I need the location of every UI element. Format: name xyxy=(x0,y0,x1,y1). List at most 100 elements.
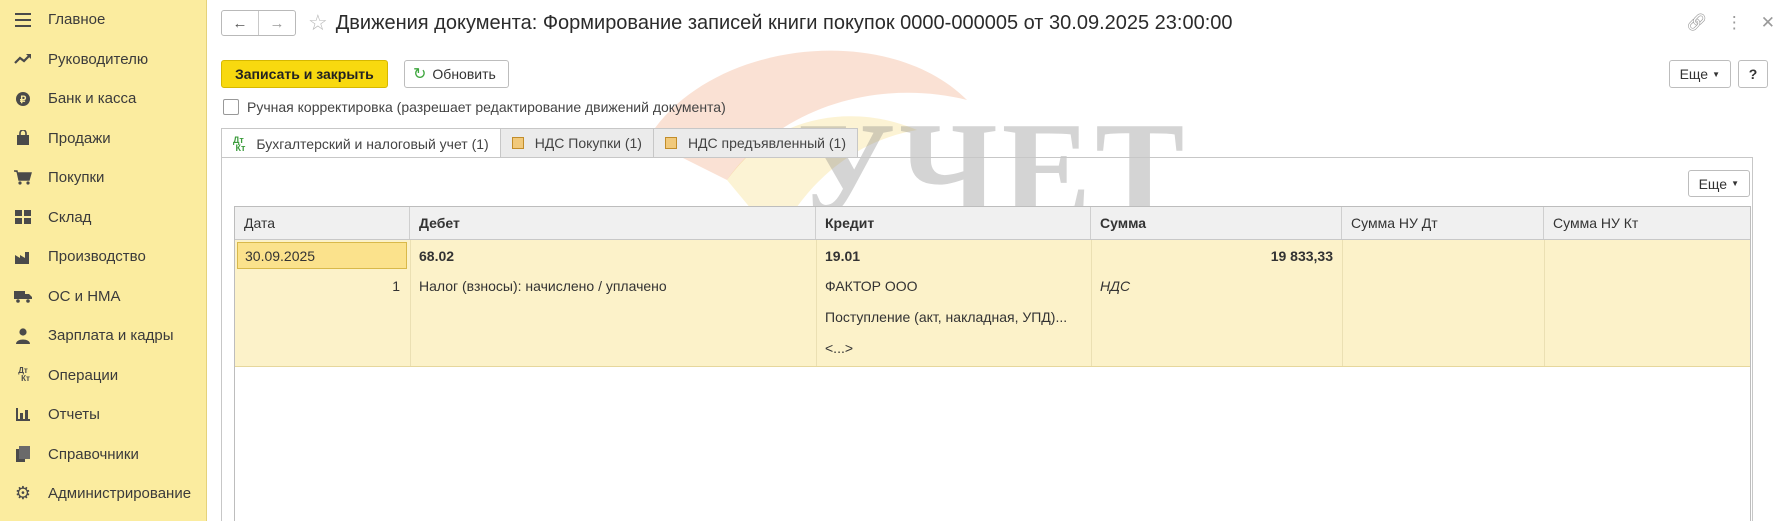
refresh-button[interactable]: ↻ Обновить xyxy=(404,60,509,88)
trend-icon xyxy=(12,48,34,70)
sidebar-item-operations[interactable]: Дт Кт Операции xyxy=(0,356,206,396)
cart-icon xyxy=(12,167,34,189)
cell-credit-subconto-3[interactable]: <...> xyxy=(825,340,853,356)
manual-edit-label[interactable]: Ручная корректировка (разрешает редактир… xyxy=(247,99,726,115)
svg-text:₽: ₽ xyxy=(20,95,27,106)
cell-credit-subconto-2[interactable]: Поступление (акт, накладная, УПД)... xyxy=(825,309,1067,325)
tab-label: НДС Покупки (1) xyxy=(534,135,642,151)
register-icon xyxy=(664,137,677,149)
sidebar-item-label: Склад xyxy=(48,208,92,226)
tab-label: НДС предъявленный (1) xyxy=(687,135,846,151)
more-label: Еще xyxy=(1679,66,1709,82)
gear-icon: ⚙ xyxy=(14,483,32,504)
cell-content[interactable]: НДС xyxy=(1100,278,1130,294)
cell-amount[interactable]: 19 833,33 xyxy=(1091,248,1333,264)
sidebar-item-label: Зарплата и кадры xyxy=(48,327,174,345)
dt-kt-icon: Дт Кт xyxy=(18,366,30,384)
column-divider xyxy=(816,240,817,366)
column-header-date[interactable]: Дата xyxy=(235,207,410,239)
sidebar-item-label: Производство xyxy=(48,248,146,266)
help-button[interactable]: ? xyxy=(1738,60,1768,88)
table-row[interactable]: 30.09.2025 1 68.02 Налог (взносы): начис… xyxy=(235,240,1750,367)
sidebar-item-reports[interactable]: Отчеты xyxy=(0,395,206,435)
sidebar-item-label: Продажи xyxy=(48,129,111,147)
forward-button[interactable]: → xyxy=(258,11,295,35)
sidebar-item-label: Банк и касса xyxy=(48,90,137,108)
refresh-label: Обновить xyxy=(432,66,496,82)
sidebar-item-label: Покупки xyxy=(48,169,105,187)
table-header: Дата Дебет Кредит Сумма Сумма НУ Дт Сумм… xyxy=(235,207,1750,240)
arrow-left-icon: ← xyxy=(232,14,248,32)
warehouse-icon xyxy=(12,206,34,228)
sidebar-item-label: Главное xyxy=(48,11,106,29)
close-icon[interactable]: ✕ xyxy=(1761,13,1775,33)
tab-accounting[interactable]: Дт Кт Бухгалтерский и налоговый учет (1) xyxy=(221,128,501,158)
cell-debit-account[interactable]: 68.02 xyxy=(419,248,454,264)
sidebar-item-admin[interactable]: ⚙ Администрирование xyxy=(0,474,206,514)
more-label: Еще xyxy=(1698,175,1728,192)
favorite-star-icon[interactable]: ☆ xyxy=(308,12,328,34)
column-header-debit[interactable]: Дебет xyxy=(410,207,816,239)
dropdown-arrow-icon: ▼ xyxy=(1731,179,1739,188)
column-divider xyxy=(1544,240,1545,366)
table-more-button[interactable]: Еще ▼ xyxy=(1687,170,1750,197)
back-button[interactable]: ← xyxy=(222,11,258,35)
sidebar-item-label: Руководителю xyxy=(48,50,149,68)
tab-label: Бухгалтерский и налоговый учет (1) xyxy=(256,135,489,152)
sidebar-item-director[interactable]: Руководителю xyxy=(0,40,206,80)
sidebar-item-bank[interactable]: ₽ Банк и касса xyxy=(0,79,206,119)
person-icon xyxy=(12,325,34,347)
refresh-icon: ↻ xyxy=(413,66,427,83)
link-icon[interactable]: 🔗︎ xyxy=(1686,13,1708,33)
tab-panel: Еще ▼ Дата Дебет Кредит Сумма Сумма НУ Д… xyxy=(221,157,1753,521)
factory-icon xyxy=(12,246,34,268)
column-divider xyxy=(410,240,411,366)
tab-vat-presented[interactable]: НДС предъявленный (1) xyxy=(652,128,858,157)
command-bar: Записать и закрыть ↻ Обновить Еще ▼ ? xyxy=(221,60,1783,88)
window-controls: 🔗︎ ⋮ ✕ xyxy=(1686,10,1775,36)
truck-icon xyxy=(12,285,34,307)
cell-credit-subconto-1[interactable]: ФАКТОР ООО xyxy=(825,278,918,294)
more-button[interactable]: Еще ▼ xyxy=(1668,60,1731,88)
cell-line-number: 1 xyxy=(392,278,400,294)
column-divider xyxy=(1342,240,1343,366)
more-vertical-icon[interactable]: ⋮ xyxy=(1726,13,1743,33)
sidebar-item-label: ОС и НМА xyxy=(48,287,121,305)
menu-icon xyxy=(12,9,34,31)
bag-icon xyxy=(12,127,34,149)
sidebar-item-catalogs[interactable]: Справочники xyxy=(0,435,206,475)
save-and-close-button[interactable]: Записать и закрыть xyxy=(221,60,388,88)
dropdown-arrow-icon: ▼ xyxy=(1712,69,1720,79)
dt-kt-icon: Дт Кт xyxy=(233,134,246,153)
main-area: УЧЕТ БЕЗЗАБОТ ← → ☆ Движения документа: … xyxy=(207,0,1783,521)
sidebar-item-label: Операции xyxy=(48,366,119,384)
cell-date[interactable]: 30.09.2025 xyxy=(237,242,407,269)
arrow-right-icon: → xyxy=(269,14,285,32)
sidebar-item-production[interactable]: Производство xyxy=(0,237,206,277)
sidebar-item-assets[interactable]: ОС и НМА xyxy=(0,277,206,317)
navigation-buttons: ← → xyxy=(221,10,296,36)
tab-vat-purchases[interactable]: НДС Покупки (1) xyxy=(499,128,654,157)
cell-credit-account[interactable]: 19.01 xyxy=(825,248,860,264)
window-header: ← → ☆ Движения документа: Формирование з… xyxy=(221,10,1783,36)
cell-debit-subconto[interactable]: Налог (взносы): начислено / уплачено xyxy=(419,278,667,294)
page-title: Движения документа: Формирование записей… xyxy=(335,11,1233,34)
sidebar: Главное Руководителю ₽ Банк и касса Прод… xyxy=(0,0,207,521)
bar-chart-icon xyxy=(12,404,34,426)
sidebar-item-purchases[interactable]: Покупки xyxy=(0,158,206,198)
sidebar-item-sales[interactable]: Продажи xyxy=(0,119,206,159)
manual-edit-checkbox[interactable] xyxy=(223,99,239,115)
tab-bar: Дт Кт Бухгалтерский и налоговый учет (1)… xyxy=(221,128,858,158)
sidebar-item-warehouse[interactable]: Склад xyxy=(0,198,206,238)
manual-edit-row: Ручная корректировка (разрешает редактир… xyxy=(223,99,726,115)
column-header-amount-tax-dt[interactable]: Сумма НУ Дт xyxy=(1342,207,1544,239)
sidebar-item-label: Отчеты xyxy=(48,406,100,424)
books-icon xyxy=(12,443,34,465)
sidebar-item-salary[interactable]: Зарплата и кадры xyxy=(0,316,206,356)
sidebar-item-main[interactable]: Главное xyxy=(0,0,206,40)
coin-icon: ₽ xyxy=(12,88,34,110)
column-header-amount-tax-kt[interactable]: Сумма НУ Кт xyxy=(1544,207,1744,239)
register-icon xyxy=(511,137,524,149)
column-header-amount[interactable]: Сумма xyxy=(1091,207,1342,239)
column-header-credit[interactable]: Кредит xyxy=(816,207,1091,239)
